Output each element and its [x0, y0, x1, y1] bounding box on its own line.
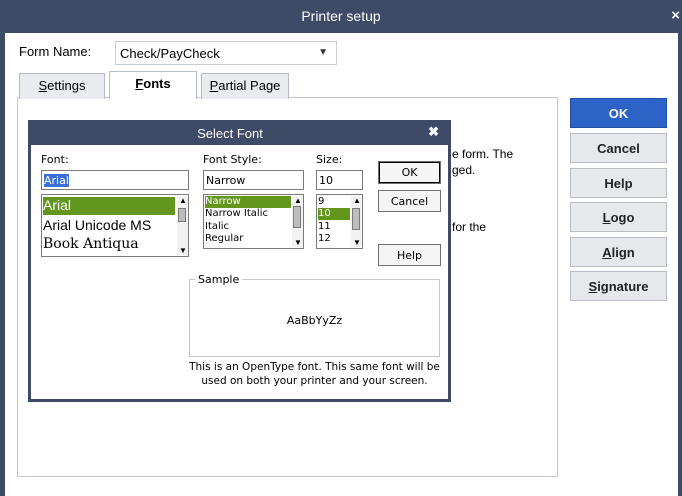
form-name-dropdown[interactable]: Check/PayCheck ▼	[115, 41, 337, 65]
tab-settings[interactable]: Settings	[19, 73, 105, 99]
style-item-italic[interactable]: Italic	[205, 221, 229, 232]
tab-settings-mnemonic: S	[38, 78, 48, 93]
scroll-thumb[interactable]	[293, 206, 301, 228]
style-item-narrow[interactable]: Narrow	[205, 196, 291, 208]
signature-label-rest: ignature	[597, 279, 649, 294]
background-text-for-the: for the	[452, 220, 487, 234]
logo-label-rest: ogo	[610, 210, 635, 225]
font-info-line-1: This is an OpenType font. This same font…	[189, 361, 440, 373]
font-name-input[interactable]: Arial	[41, 170, 189, 190]
dialog-cancel-button[interactable]: Cancel	[378, 190, 441, 212]
font-style-label: Font Style:	[203, 153, 262, 166]
scroll-thumb[interactable]	[352, 208, 360, 230]
size-item-10[interactable]: 10	[318, 208, 350, 220]
style-item-regular[interactable]: Regular	[205, 233, 243, 244]
dialog-body: Font: Arial Arial Arial Unicode MS Book …	[31, 145, 448, 399]
dialog-close-icon[interactable]: ✖	[428, 124, 439, 140]
form-name-label: Form Name:	[19, 44, 92, 59]
font-info-line-2: used on both your printer and your scree…	[201, 375, 428, 387]
font-list-item-book-antiqua[interactable]: Book Antiqua	[43, 236, 139, 252]
help-button[interactable]: Help	[570, 168, 667, 198]
tab-partial-mnemonic: P	[209, 78, 219, 93]
scroll-down-icon[interactable]: ▼	[179, 246, 187, 255]
align-label-rest: lign	[611, 245, 635, 260]
window-close-icon[interactable]: ×	[671, 7, 680, 24]
dialog-title: Select Font	[197, 126, 263, 141]
size-item-9[interactable]: 9	[318, 196, 324, 207]
tab-settings-label: ettings	[47, 78, 86, 93]
select-font-dialog: Select Font ✖ Font: Arial Arial Arial Un…	[28, 120, 451, 402]
dialog-help-button[interactable]: Help	[378, 244, 441, 266]
font-style-input[interactable]: Narrow	[203, 170, 304, 190]
font-label: Font:	[41, 153, 69, 166]
sample-text: AaBbYyZz	[286, 314, 343, 327]
size-input[interactable]: 10	[316, 170, 363, 190]
size-item-11[interactable]: 11	[318, 221, 331, 232]
scroll-thumb[interactable]	[178, 208, 186, 222]
signature-button[interactable]: Signature	[570, 271, 667, 301]
scroll-up-icon[interactable]: ▲	[179, 196, 187, 205]
font-list-item-arial[interactable]: Arial	[43, 197, 175, 215]
background-text-ged: ged.	[452, 163, 476, 177]
style-item-narrow-italic[interactable]: Narrow Italic	[205, 208, 268, 219]
font-name-value: Arial	[44, 174, 69, 187]
logo-button[interactable]: Logo	[570, 202, 667, 232]
size-item-12[interactable]: 12	[318, 233, 331, 244]
font-list-item-arial-unicode[interactable]: Arial Unicode MS	[43, 217, 151, 233]
window-titlebar: Printer setup ×	[0, 0, 682, 33]
sample-label: Sample	[195, 273, 243, 286]
scroll-down-icon[interactable]: ▼	[294, 238, 302, 247]
tab-partial-label: artial Page	[218, 78, 281, 93]
font-list[interactable]: Arial Arial Unicode MS Book Antiqua ▲ ▼	[41, 194, 189, 257]
align-button[interactable]: Align	[570, 237, 667, 267]
font-style-list[interactable]: Narrow Narrow Italic Italic Regular ▲ ▼	[203, 194, 304, 249]
size-list-scrollbar[interactable]: ▲ ▼	[351, 196, 362, 247]
tab-fonts-label: onts	[143, 76, 171, 91]
chevron-down-icon: ▼	[318, 47, 328, 58]
style-list-scrollbar[interactable]: ▲ ▼	[292, 196, 303, 247]
tab-fonts[interactable]: Fonts	[109, 71, 197, 99]
ok-button[interactable]: OK	[570, 98, 667, 128]
dialog-ok-button[interactable]: OK	[378, 161, 441, 184]
size-list[interactable]: 9 10 11 12 ▲ ▼	[316, 194, 363, 249]
window-left-border	[0, 33, 5, 496]
window-right-border	[678, 33, 682, 496]
tab-partial-page[interactable]: Partial Page	[201, 73, 289, 99]
font-list-scrollbar[interactable]: ▲ ▼	[177, 196, 188, 255]
scroll-up-icon[interactable]: ▲	[353, 196, 361, 205]
logo-mnemonic: L	[602, 210, 611, 225]
align-mnemonic: A	[602, 245, 612, 260]
size-label: Size:	[316, 153, 343, 166]
scroll-up-icon[interactable]: ▲	[294, 196, 302, 205]
signature-mnemonic: S	[588, 279, 598, 294]
form-name-value: Check/PayCheck	[120, 46, 220, 61]
dialog-titlebar: Select Font ✖	[28, 120, 451, 145]
cancel-button[interactable]: Cancel	[570, 133, 667, 163]
scroll-down-icon[interactable]: ▼	[353, 238, 361, 247]
background-text-form: e form. The	[452, 147, 514, 161]
window-title: Printer setup	[301, 8, 381, 24]
